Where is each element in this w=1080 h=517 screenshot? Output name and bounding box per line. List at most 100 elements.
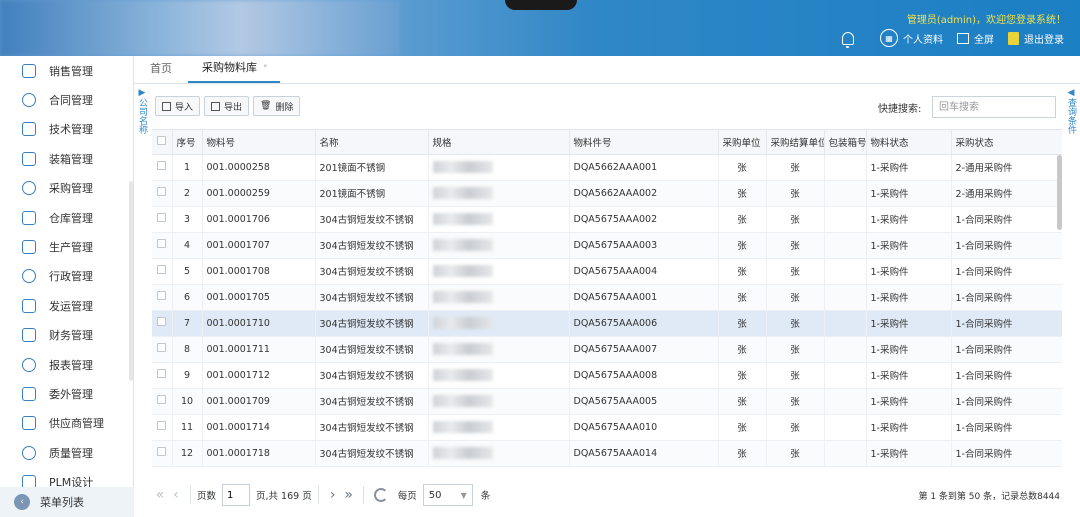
last-page-icon[interactable]: » xyxy=(341,487,357,503)
sidebar-scrollbar[interactable] xyxy=(129,181,133,381)
checkbox[interactable] xyxy=(157,447,167,456)
profile-button[interactable]: ▦ 个人资料 xyxy=(880,29,943,47)
bell-icon[interactable] xyxy=(842,31,854,48)
page-size-select[interactable]: 50 ▼ xyxy=(422,484,473,506)
sidebar-item[interactable]: 委外管理 xyxy=(0,379,133,408)
chevron-down-icon: ▼ xyxy=(460,490,467,500)
table-row[interactable]: 5 001.0001708 304古铜短发纹不锈钢 DQA5675AAA004 张张 1-… xyxy=(152,258,1062,285)
row-select-cell[interactable] xyxy=(152,284,173,311)
row-select-cell[interactable] xyxy=(152,154,173,181)
sidebar-item[interactable]: 装箱管理 xyxy=(0,144,133,173)
col-header[interactable]: 物料件号 xyxy=(569,130,719,155)
col-header[interactable]: 采购结算单位 xyxy=(766,130,825,155)
sidebar-item[interactable]: 质量管理 xyxy=(0,438,133,467)
row-select-cell[interactable] xyxy=(152,362,173,389)
cell-no: 9 xyxy=(172,362,203,389)
refresh-icon[interactable] xyxy=(373,488,388,502)
prev-page-icon[interactable]: ‹ xyxy=(168,487,184,503)
cell-code: 001.0001708 xyxy=(202,258,316,285)
cell-part: DQA5675AAA014 xyxy=(569,440,719,467)
table-row[interactable]: 4 001.0001707 304古铜短发纹不锈钢 DQA5675AAA003 张张 1-… xyxy=(152,232,1062,259)
col-header[interactable]: 规格 xyxy=(428,130,570,155)
page-number-input[interactable] xyxy=(222,484,251,506)
sidebar-item[interactable]: 合同管理 xyxy=(0,85,133,114)
first-page-icon[interactable]: « xyxy=(152,487,168,503)
checkbox[interactable] xyxy=(157,135,167,145)
row-select-cell[interactable] xyxy=(152,232,173,259)
table-row[interactable]: 11 001.0001714 304古铜短发纹不锈钢 DQA5675AAA010 张张 1… xyxy=(152,414,1062,441)
col-header[interactable]: 包装箱号 xyxy=(824,130,867,155)
row-select-cell[interactable] xyxy=(152,206,173,233)
row-select-cell[interactable] xyxy=(152,180,173,207)
export-button[interactable]: 导出 xyxy=(204,96,250,116)
checkbox[interactable] xyxy=(157,239,167,248)
sidebar-item-label: 行政管理 xyxy=(49,270,93,284)
table-row[interactable]: 10 001.0001709 304古铜短发纹不锈钢 DQA5675AAA005 张张 1… xyxy=(152,388,1062,415)
table-row[interactable]: 3 001.0001706 304古铜短发纹不锈钢 DQA5675AAA002 张张 1-… xyxy=(152,206,1062,233)
close-icon[interactable]: ° xyxy=(263,64,268,74)
sidebar-item[interactable]: 发运管理 xyxy=(0,291,133,320)
select-all-checkbox[interactable] xyxy=(152,130,173,155)
admin-icon xyxy=(22,269,36,284)
sidebar-item[interactable]: 仓库管理 xyxy=(0,203,133,232)
checkbox[interactable] xyxy=(157,213,167,222)
delete-button[interactable]: 🗑 删除 xyxy=(253,96,301,116)
col-header[interactable]: 序号 xyxy=(172,130,203,155)
fullscreen-button[interactable]: 全屏 xyxy=(957,31,994,46)
next-page-icon[interactable]: › xyxy=(325,487,341,503)
menu-list-toggle[interactable]: ‹ 菜单列表 xyxy=(0,487,134,517)
checkbox[interactable] xyxy=(157,265,167,274)
sidebar-item-label: 报表管理 xyxy=(49,358,93,372)
table-row[interactable]: 12 001.0001718 304古铜短发纹不锈钢 DQA5675AAA014 张张 1… xyxy=(152,440,1062,467)
row-select-cell[interactable] xyxy=(152,336,173,363)
row-select-cell[interactable] xyxy=(152,388,173,415)
cell-no: 1 xyxy=(172,154,203,181)
logout-button[interactable]: 退出登录 xyxy=(1008,31,1064,46)
cell-pstatus: 2-通用采购件 xyxy=(951,154,1062,181)
row-select-cell[interactable] xyxy=(152,310,173,337)
table-row[interactable]: 7 001.0001710 304古铜短发纹不锈钢 DQA5675AAA006 张张 1-… xyxy=(152,310,1062,337)
tab-home[interactable]: 首页 xyxy=(142,60,180,83)
fullscreen-icon xyxy=(957,32,969,44)
logout-icon xyxy=(1008,31,1019,45)
col-header[interactable]: 物料状态 xyxy=(866,130,952,155)
sidebar-item[interactable]: 生产管理 xyxy=(0,232,133,261)
checkbox[interactable] xyxy=(157,421,167,430)
sidebar-item[interactable]: 采购管理 xyxy=(0,174,133,203)
col-header[interactable]: 采购状态 xyxy=(951,130,1062,155)
checkbox[interactable] xyxy=(157,187,167,196)
table-row[interactable]: 8 001.0001711 304古铜短发纹不锈钢 DQA5675AAA007 张张 1-… xyxy=(152,336,1062,363)
pager-divider xyxy=(190,486,191,504)
grid-scrollbar[interactable] xyxy=(1057,155,1062,230)
table-row[interactable]: 9 001.0001712 304古铜短发纹不锈钢 DQA5675AAA008 张张 1-… xyxy=(152,362,1062,389)
table-row[interactable]: 1 001.0000258 201镜面不锈钢 DQA5662AAA001 张张 1-采购件… xyxy=(152,154,1062,181)
sidebar-item[interactable]: 财务管理 xyxy=(0,321,133,350)
col-header[interactable]: 名称 xyxy=(315,130,429,155)
quick-search-input[interactable] xyxy=(932,96,1056,118)
checkbox[interactable] xyxy=(157,343,167,352)
sidebar-item[interactable]: 技术管理 xyxy=(0,115,133,144)
sidebar-item[interactable]: 行政管理 xyxy=(0,262,133,291)
row-select-cell[interactable] xyxy=(152,440,173,467)
checkbox[interactable] xyxy=(157,369,167,378)
col-header[interactable]: 采购单位 xyxy=(718,130,767,155)
sidebar-item-label: 发运管理 xyxy=(49,299,93,313)
checkbox[interactable] xyxy=(157,395,167,404)
row-select-cell[interactable] xyxy=(152,258,173,285)
export-icon xyxy=(211,101,221,111)
company-panel-handle[interactable]: ▶公司名称 xyxy=(135,88,149,148)
sidebar-item[interactable]: 销售管理 xyxy=(0,56,133,85)
pagination: « ‹ 页数 页,共 169 页 › » 每页 50 ▼ 条 第 1 条到第 5… xyxy=(152,478,1062,512)
sidebar-item[interactable]: 报表管理 xyxy=(0,350,133,379)
checkbox[interactable] xyxy=(157,317,167,326)
checkbox[interactable] xyxy=(157,291,167,300)
tab-purchase-materials[interactable]: 采购物料库 ° xyxy=(188,59,280,83)
col-header[interactable]: 物料号 xyxy=(202,130,316,155)
table-row[interactable]: 6 001.0001705 304古铜短发纹不锈钢 DQA5675AAA001 张张 1-… xyxy=(152,284,1062,311)
query-panel-handle[interactable]: ◀查询条件 xyxy=(1064,88,1078,148)
import-button[interactable]: 导入 xyxy=(155,96,201,116)
table-row[interactable]: 2 001.0000259 201镜面不锈钢 DQA5662AAA002 张张 1-采购件… xyxy=(152,180,1062,207)
checkbox[interactable] xyxy=(157,161,167,170)
row-select-cell[interactable] xyxy=(152,414,173,441)
sidebar-item[interactable]: 供应商管理 xyxy=(0,409,133,438)
